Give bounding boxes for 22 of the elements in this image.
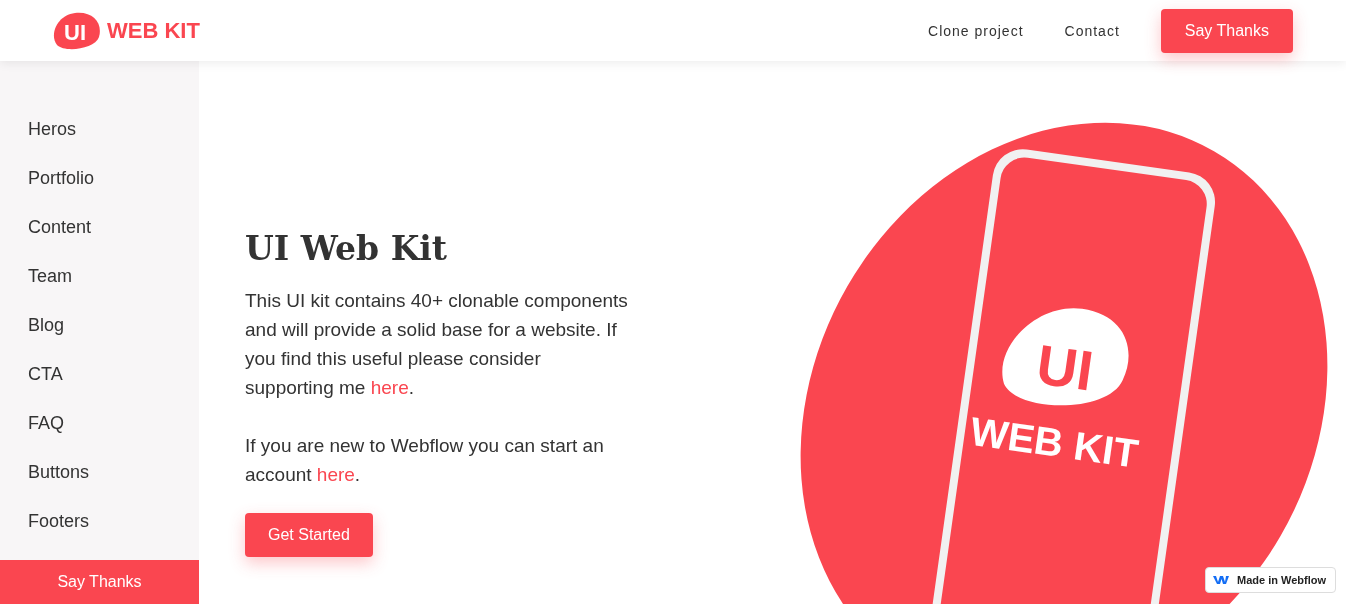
- sidebar-item[interactable]: Heros: [28, 105, 199, 154]
- here-link[interactable]: here: [316, 464, 355, 485]
- hero-paragraph: If you are new to Webflow you can start an account here.: [245, 434, 605, 487]
- hero-title: UI Web Kit: [245, 229, 449, 268]
- nav-link[interactable]: Clone project: [928, 22, 1024, 39]
- phone-logo-mark: UI: [1032, 332, 1097, 403]
- phone-logo-text: WEB KIT: [967, 408, 1141, 476]
- sidebar-item[interactable]: Content: [28, 203, 199, 252]
- hero-paragraph: This UI kit contains 40+ clonable components and will provide a solid base for a website. If you find this useful please consider supporting me here.: [245, 289, 629, 400]
- sidebar-item[interactable]: Buttons: [28, 448, 199, 497]
- sidebar-item[interactable]: Footers: [28, 497, 199, 546]
- sidebar-item[interactable]: FAQ: [28, 399, 199, 448]
- sidebar-item[interactable]: Portfolio: [28, 154, 199, 203]
- made-in-webflow-badge[interactable]: Made in Webflow: [1204, 567, 1336, 593]
- badge-label: Made in Webflow: [1236, 574, 1326, 586]
- sidebar-item[interactable]: Blog: [28, 301, 199, 350]
- nav-link[interactable]: Contact: [1064, 22, 1120, 39]
- logo-blob-icon: [1002, 308, 1129, 406]
- here-link[interactable]: here: [370, 377, 409, 398]
- webflow-icon: [1212, 575, 1229, 585]
- sidebar-item[interactable]: CTA: [28, 350, 199, 399]
- sidebar-item[interactable]: Team: [28, 252, 199, 301]
